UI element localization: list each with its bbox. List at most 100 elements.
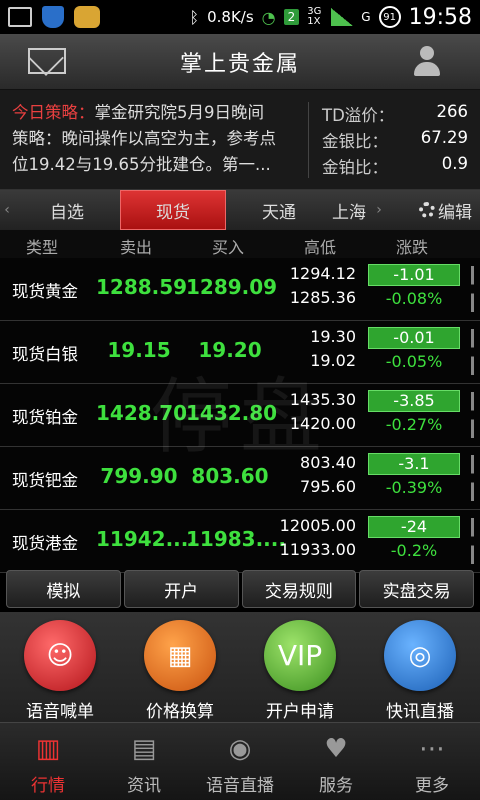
tab-shanghai[interactable]: 上海 (332, 198, 372, 223)
table-row[interactable]: 现货港金 11942.... 11983.... 12005.00 11933.… (0, 510, 480, 573)
feature-label: 语音喊单 (26, 702, 94, 722)
strategy-panel[interactable]: 今日策略：掌金研究院5月9日晚间 策略：晚间操作以高空为主，参考点 位19.42… (0, 90, 480, 190)
simulate-button[interactable]: 模拟 (6, 570, 121, 608)
mail-icon[interactable] (28, 48, 66, 74)
nav-service[interactable]: ♥ 服务 (288, 723, 384, 800)
nav-label: 更多 (415, 776, 449, 796)
strategy-label: 今日策略： (12, 103, 95, 122)
row-buy: 11983.... (186, 527, 286, 551)
table-header: 类型 卖出 买入 高低 涨跌 (0, 230, 480, 258)
row-sell: 19.15 (107, 338, 171, 362)
tab-tiantong[interactable]: 天通 (226, 190, 332, 230)
tab-right-arrow-icon[interactable]: › (372, 202, 386, 218)
vip-icon: VIP (264, 620, 336, 691)
gallery-icon (8, 7, 32, 27)
row-percent: -0.39% (385, 478, 443, 497)
row-percent: -0.27% (385, 415, 443, 434)
gold-platinum-ratio: 金铂比： 0.9 (322, 154, 468, 178)
owl-app-icon (74, 6, 100, 28)
row-buy: 19.20 (198, 338, 262, 362)
nav-news[interactable]: ▤ 资讯 (96, 723, 192, 800)
row-high: 12005.00 (279, 516, 356, 535)
row-change: -1.01 (368, 264, 460, 286)
row-low: 19.02 (310, 351, 356, 370)
td-premium-value: 266 (436, 102, 469, 121)
voice-call-icon: ☺ (24, 620, 96, 691)
feature-grid: ☺ 语音喊单 ▦ 价格换算 VIP 开户申请 ◎ 快讯直播 (0, 612, 480, 722)
gold-platinum-value: 0.9 (441, 154, 468, 173)
network-type: 3G 1X (307, 6, 322, 27)
row-indicator (471, 455, 474, 501)
row-name: 现货黄金 (12, 282, 78, 301)
row-low: 1285.36 (289, 288, 356, 307)
shield-icon (42, 6, 64, 28)
edit-button[interactable]: 编辑 (419, 198, 480, 223)
tab-spot[interactable]: 现货 (120, 190, 226, 230)
row-buy: 1432.80 (186, 401, 278, 425)
feature-open-account[interactable]: VIP 开户申请 (245, 620, 355, 722)
service-icon: ♥ (324, 734, 348, 764)
row-sell: 1288.59 (96, 275, 188, 299)
table-row[interactable]: 现货黄金 1288.59 1289.09 1294.12 1285.36 -1.… (0, 258, 480, 321)
table-row[interactable]: 现货铂金 1428.70 1432.80 1435.30 1420.00 -3.… (0, 384, 480, 447)
row-change: -3.85 (368, 390, 460, 412)
open-account-button[interactable]: 开户 (123, 570, 239, 608)
battery-icon: 91 (378, 6, 401, 28)
calculator-icon: ▦ (144, 620, 216, 691)
row-name: 现货白银 (12, 345, 78, 364)
table-row[interactable]: 现货钯金 799.90 803.60 803.40 795.60 -3.1 -0… (0, 447, 480, 510)
strategy-text[interactable]: 今日策略：掌金研究院5月9日晚间 策略：晚间操作以高空为主，参考点 位19.42… (12, 100, 302, 178)
col-high-low: 高低 (304, 238, 337, 257)
user-icon[interactable] (412, 46, 442, 78)
net-speed: 0.8K/s (207, 8, 254, 26)
row-sell: 799.90 (100, 464, 178, 488)
satellite-dish-icon: ◎ (384, 620, 456, 691)
gold-silver-ratio: 金银比： 67.29 (322, 128, 468, 152)
row-name: 现货钯金 (12, 471, 78, 490)
gold-silver-value: 67.29 (420, 128, 468, 147)
news-icon: ▤ (131, 734, 157, 764)
gold-platinum-label: 金铂比： (322, 158, 388, 177)
col-buy: 买入 (212, 238, 245, 257)
row-indicator (471, 392, 474, 438)
market-tabs: ‹ 自选 现货 天通 上海 › 编辑 (0, 190, 480, 230)
row-name: 现货铂金 (12, 408, 78, 427)
status-bar: ᛒ 0.8K/s ◔ 2 3G 1X G 91 19:58 (0, 0, 480, 34)
row-percent: -0.2% (390, 541, 438, 560)
row-name: 现货港金 (12, 534, 78, 553)
row-change: -24 (368, 516, 460, 538)
divider (308, 102, 309, 178)
row-high: 1294.12 (289, 264, 356, 283)
col-type: 类型 (26, 238, 59, 257)
bottom-nav: ▥ 行情 ▤ 资讯 ◉ 语音直播 ♥ 服务 ⋯ 更多 (0, 722, 480, 800)
row-indicator (471, 518, 474, 564)
feature-news-live[interactable]: ◎ 快讯直播 (365, 620, 475, 722)
col-change: 涨跌 (396, 238, 429, 257)
feature-label: 价格换算 (146, 702, 214, 722)
tab-watchlist[interactable]: 自选 (14, 190, 120, 230)
nav-market[interactable]: ▥ 行情 (0, 723, 96, 800)
edit-label: 编辑 (438, 202, 472, 223)
row-low: 1420.00 (289, 414, 356, 433)
feature-price-convert[interactable]: ▦ 价格换算 (125, 620, 235, 722)
row-low: 11933.00 (279, 540, 356, 559)
strategy-line3: 位19.42与19.65分批建仓。第一... (12, 155, 271, 174)
feature-voice-call[interactable]: ☺ 语音喊单 (5, 620, 115, 722)
strategy-line1: 掌金研究院5月9日晚间 (94, 103, 265, 122)
row-low: 795.60 (300, 477, 356, 496)
trading-rules-button[interactable]: 交易规则 (241, 570, 357, 608)
broadcast-icon: ◉ (228, 734, 252, 764)
live-trading-button[interactable]: 实盘交易 (359, 570, 474, 608)
row-indicator (471, 329, 474, 375)
wifi-icon: ◔ (261, 7, 276, 27)
tab-left-arrow-icon[interactable]: ‹ (0, 202, 14, 218)
nav-more[interactable]: ⋯ 更多 (384, 723, 480, 800)
sim-badge: 2 (283, 9, 300, 25)
nav-label: 语音直播 (206, 776, 274, 796)
nav-voice-live[interactable]: ◉ 语音直播 (192, 723, 288, 800)
page-title: 掌上贵金属 (179, 51, 300, 77)
table-row[interactable]: 现货白银 19.15 19.20 19.30 19.02 -0.01 -0.05… (0, 321, 480, 384)
row-high: 803.40 (300, 453, 356, 472)
row-change: -0.01 (368, 327, 460, 349)
signal-icon (331, 8, 354, 26)
